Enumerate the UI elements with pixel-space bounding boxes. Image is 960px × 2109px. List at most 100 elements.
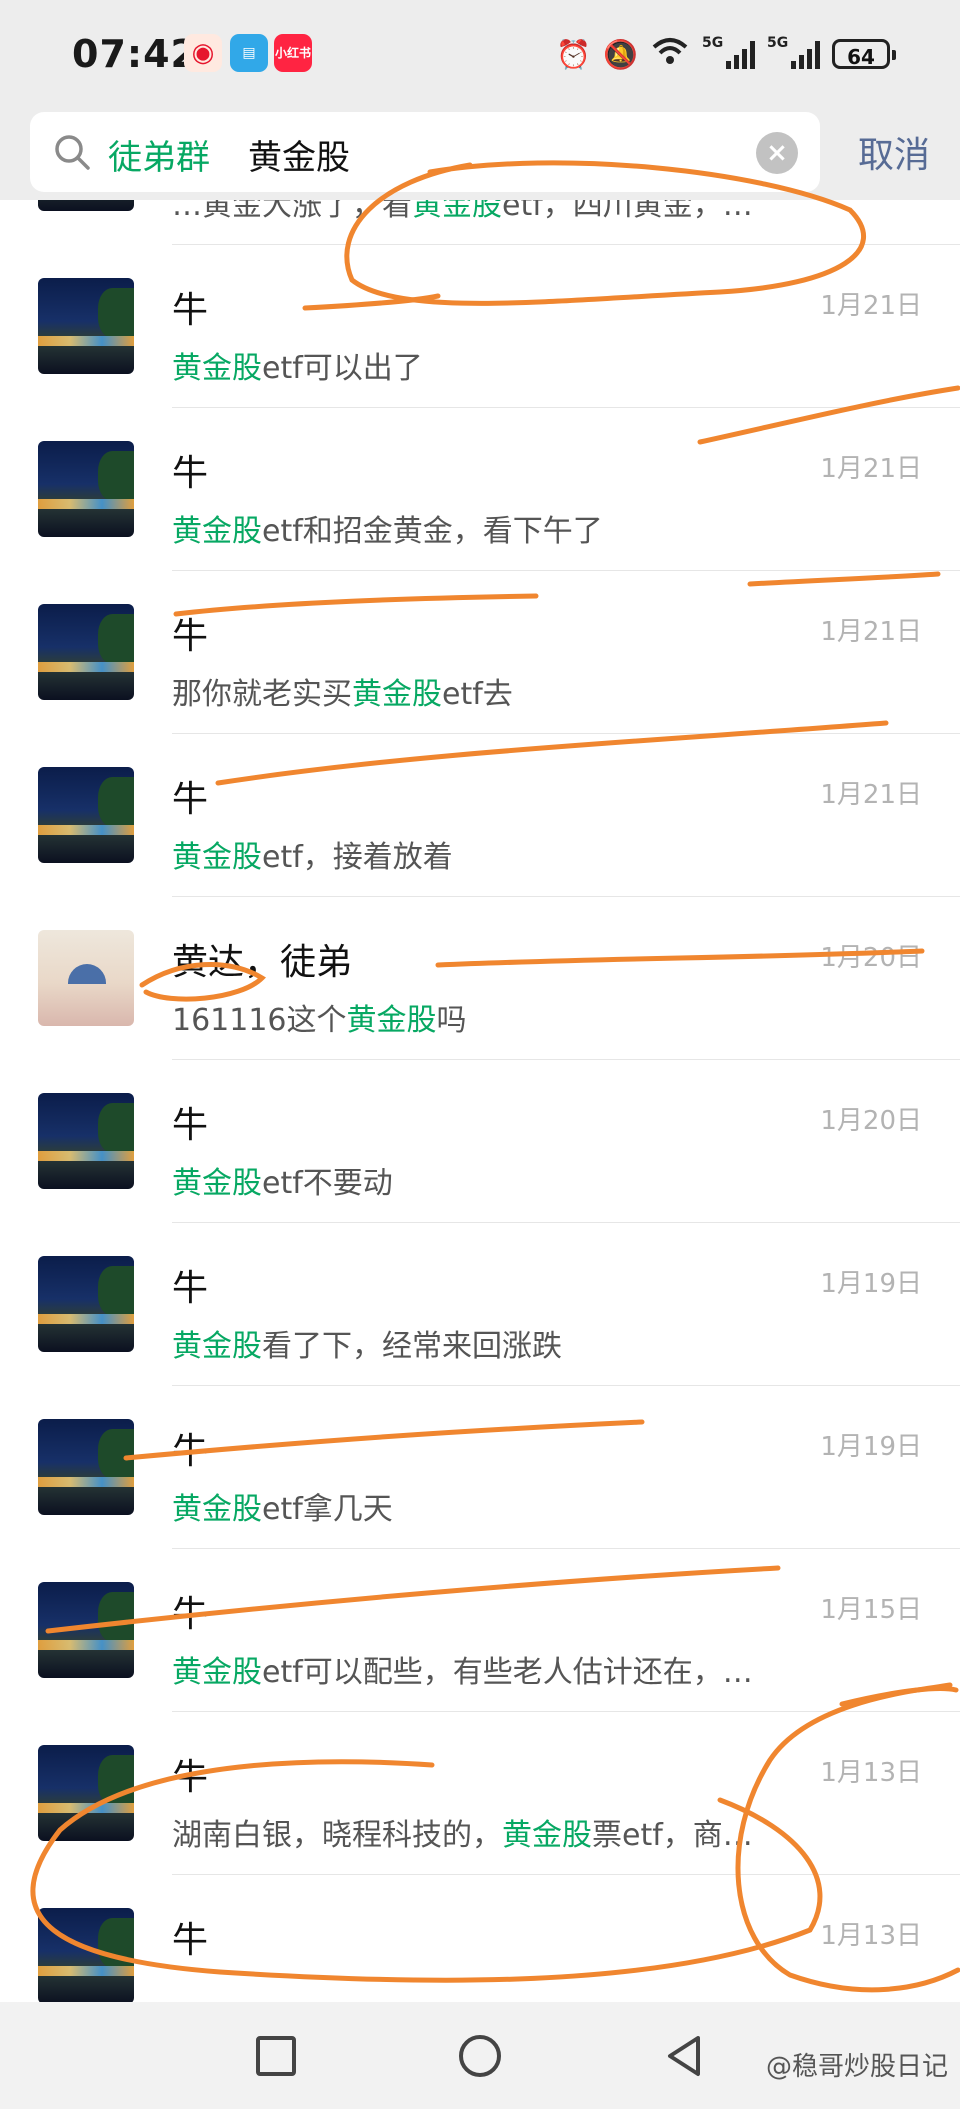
watermark: @稳哥炒股日记: [765, 2052, 948, 2082]
sender-name: 牛: [172, 1268, 209, 1309]
list-item[interactable]: 牛 1月13日 湖南白银，晓程科技的，黄金股票etf，商…: [0, 1712, 960, 1875]
avatar[interactable]: [38, 767, 134, 863]
message-snippet: 黄金股etf，接着放着: [172, 832, 453, 876]
message-date: 1月21日: [820, 617, 922, 647]
snippet-text: etf去: [442, 677, 513, 712]
message-date: 1月21日: [820, 454, 922, 484]
snippet-text: 湖南白银，晓程科技的，: [172, 1818, 502, 1853]
message-snippet: 黄金股etf拿几天: [172, 1484, 393, 1528]
avatar[interactable]: [38, 1256, 134, 1352]
search-input[interactable]: 徒弟群 黄金股 ×: [30, 112, 820, 192]
message-snippet: …黄金大涨了，看黄金股etf，四川黄金，…: [172, 200, 753, 224]
snippet-text: etf和招金黄金，看下午了: [262, 514, 603, 549]
status-indicators: ⏰ 🔕 5G 5G 64: [556, 34, 896, 74]
avatar[interactable]: [38, 1419, 134, 1515]
snippet-text: 161116这个: [172, 1003, 347, 1038]
list-item[interactable]: 牛 1月19日黄金股etf拿几天: [0, 1386, 960, 1549]
avatar[interactable]: [38, 441, 134, 537]
keyword-highlight: 黄金股: [412, 200, 502, 223]
keyword-highlight: 黄金股: [172, 514, 262, 549]
cancel-button[interactable]: 取消: [858, 126, 930, 178]
snippet-text: etf不要动: [262, 1166, 393, 1201]
search-term[interactable]: 黄金股: [248, 130, 350, 179]
snippet-text: …黄金大涨了，看: [172, 200, 412, 223]
book-icon: ▤: [230, 34, 268, 72]
home-icon[interactable]: [456, 2032, 504, 2080]
keyword-highlight: 黄金股: [172, 1492, 262, 1527]
search-icon: [55, 135, 90, 170]
avatar[interactable]: [38, 200, 134, 211]
weibo-icon: ◉: [184, 34, 222, 72]
snippet-text: 吗: [436, 1003, 467, 1038]
avatar[interactable]: [38, 278, 134, 374]
snippet-text: 看了下，经常来回涨跌: [262, 1329, 562, 1364]
avatar[interactable]: [38, 1745, 134, 1841]
message-date: 1月19日: [820, 1432, 922, 1462]
list-item[interactable]: 牛 1月19日黄金股看了下，经常来回涨跌: [0, 1223, 960, 1386]
recent-apps-icon[interactable]: [252, 2032, 300, 2080]
list-item[interactable]: 黄达，徒弟 1月20日 161116这个黄金股吗: [0, 897, 960, 1060]
sender-name: 牛: [172, 1431, 209, 1472]
sender-name: 牛: [172, 1105, 209, 1146]
navigation-bar: @稳哥炒股日记: [0, 2002, 960, 2109]
list-item[interactable]: …黄金大涨了，看黄金股etf，四川黄金，…: [0, 200, 960, 245]
xiaohongshu-icon: 小红书: [274, 34, 312, 72]
message-date: 1月21日: [820, 780, 922, 810]
message-date: 1月20日: [820, 943, 922, 973]
back-icon[interactable]: [660, 2032, 708, 2080]
list-item[interactable]: 牛 1月21日黄金股etf和招金黄金，看下午了: [0, 408, 960, 571]
snippet-text: etf，四川黄金，…: [502, 200, 753, 223]
snippet-text: 那你就老实买: [172, 677, 352, 712]
sender-name: 牛: [172, 1594, 209, 1635]
message-snippet: 湖南白银，晓程科技的，黄金股票etf，商…: [172, 1810, 753, 1854]
battery-icon: 64: [832, 39, 896, 69]
mute-bell-icon: 🔕: [603, 37, 638, 71]
message-snippet: 黄金股etf和招金黄金，看下午了: [172, 506, 603, 550]
message-date: 1月20日: [820, 1106, 922, 1136]
signal-icon: 5G: [767, 35, 820, 69]
sender-name: 牛: [172, 616, 209, 657]
status-bar: 07:42 ◉ ▤ 小红书 ⏰ 🔕 5G 5G 64: [0, 0, 960, 108]
search-row: 徒弟群 黄金股 × 取消: [0, 108, 960, 208]
keyword-highlight: 黄金股: [502, 1818, 592, 1853]
keyword-highlight: 黄金股: [172, 840, 262, 875]
message-snippet: 161116这个黄金股吗: [172, 995, 467, 1039]
keyword-highlight: 黄金股: [172, 1166, 262, 1201]
keyword-highlight: 黄金股: [352, 677, 442, 712]
message-date: 1月21日: [820, 291, 922, 321]
list-item[interactable]: 牛 1月20日黄金股etf不要动: [0, 1060, 960, 1223]
snippet-text: etf可以配些，有些老人估计还在，…: [262, 1655, 753, 1690]
snippet-text: etf拿几天: [262, 1492, 393, 1527]
avatar[interactable]: [38, 604, 134, 700]
keyword-highlight: 黄金股: [172, 351, 262, 386]
list-item[interactable]: 牛 1月13日: [0, 1875, 960, 2002]
avatar[interactable]: [38, 930, 134, 1026]
message-snippet: 黄金股etf可以出了: [172, 343, 423, 387]
keyword-highlight: 黄金股: [346, 1003, 437, 1038]
avatar[interactable]: [38, 1582, 134, 1678]
message-date: 1月19日: [820, 1269, 922, 1299]
clear-icon[interactable]: ×: [756, 132, 798, 174]
sender-name: 牛: [172, 779, 209, 820]
list-item[interactable]: 牛 1月15日 黄金股etf可以配些，有些老人估计还在，…: [0, 1549, 960, 1712]
search-scope-tag[interactable]: 徒弟群: [108, 130, 210, 179]
list-item[interactable]: 牛 1月21日那你就老实买黄金股etf去: [0, 571, 960, 734]
avatar[interactable]: [38, 1908, 134, 2002]
avatar[interactable]: [38, 1093, 134, 1189]
search-results-list[interactable]: …黄金大涨了，看黄金股etf，四川黄金，… 牛 1月21日 黄金股etf可以出了牛 1月…: [0, 200, 960, 2002]
message-snippet: 黄金股看了下，经常来回涨跌: [172, 1321, 562, 1365]
sender-name: 黄达，徒弟: [172, 942, 353, 983]
message-date: 1月15日: [820, 1595, 922, 1625]
status-time: 07:42: [72, 32, 198, 76]
sender-name: 牛: [172, 1920, 209, 1961]
keyword-highlight: 黄金股: [172, 1329, 262, 1364]
signal-icon: 5G: [702, 35, 755, 69]
sender-name: 牛: [172, 453, 209, 494]
message-date: 1月13日: [820, 1921, 922, 1951]
list-item[interactable]: 牛 1月21日黄金股etf可以出了: [0, 245, 960, 408]
sender-name: 牛: [172, 290, 209, 331]
message-date: 1月13日: [820, 1758, 922, 1788]
list-item[interactable]: 牛 1月21日黄金股etf，接着放着: [0, 734, 960, 897]
message-snippet: 那你就老实买黄金股etf去: [172, 669, 513, 713]
snippet-text: 票etf，商…: [592, 1818, 753, 1853]
